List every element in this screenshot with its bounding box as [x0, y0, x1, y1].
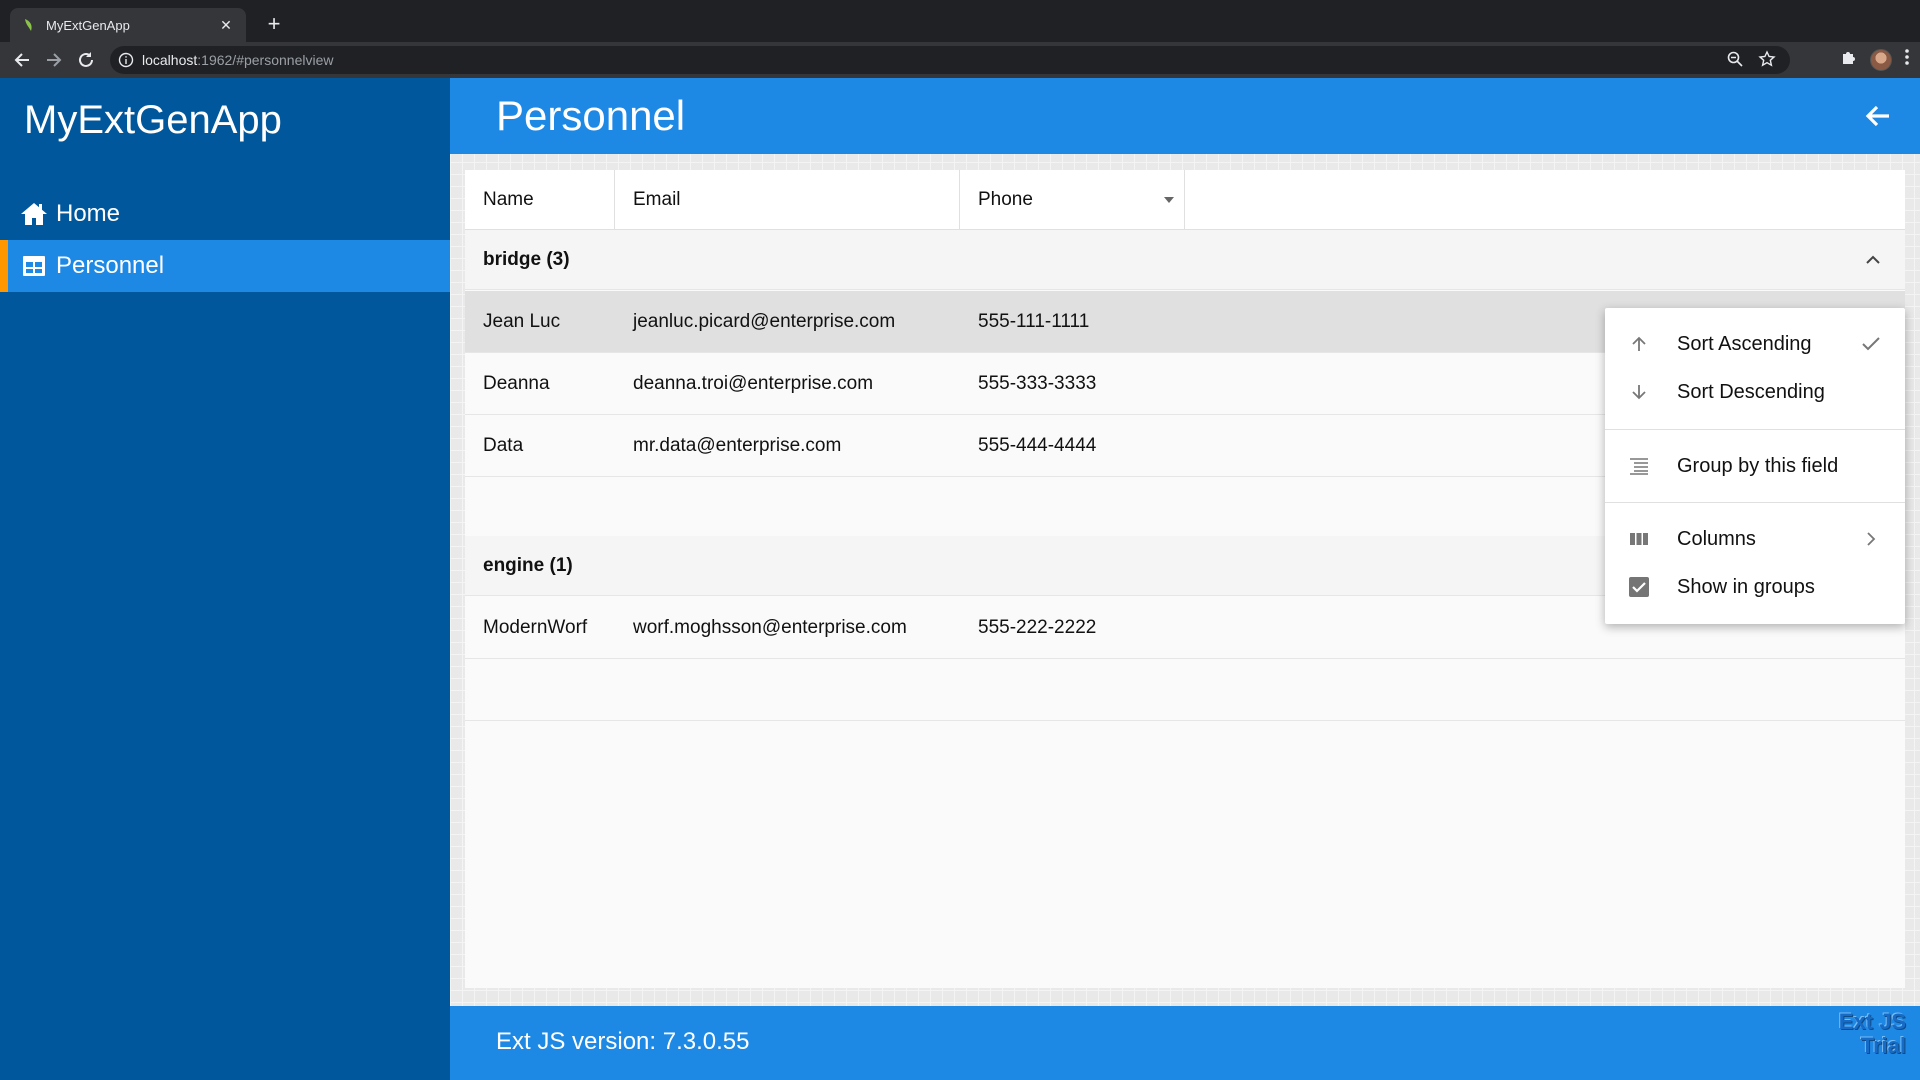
grid-header: Name Email Phone [465, 170, 1905, 230]
caret-down-icon [1163, 197, 1174, 203]
sidebar-item-home[interactable]: Home [0, 188, 450, 240]
main-panel: Personnel Name Email Phone bridge (3) Je… [450, 78, 1920, 1080]
menu-label: Columns [1677, 527, 1756, 550]
menu-item-show-in-groups[interactable]: Show in groups [1605, 563, 1905, 611]
menu-item-sort-descending[interactable]: Sort Descending [1605, 368, 1905, 416]
reload-icon[interactable] [74, 48, 98, 72]
chevron-right-icon [1861, 529, 1881, 549]
menu-separator [1605, 502, 1905, 503]
cell-name: Deanna [483, 372, 550, 394]
group-footer-spacer [465, 659, 1905, 721]
version-label: Ext JS version: 7.3.0.55 [496, 1028, 750, 1055]
cell-name: ModernWorf [483, 616, 588, 638]
group-label: bridge (3) [483, 248, 570, 270]
browser-tab[interactable]: MyExtGenApp ✕ [10, 8, 246, 42]
tab-close-icon[interactable]: ✕ [218, 17, 234, 34]
sencha-favicon-icon [22, 18, 36, 32]
sidebar-item-label: Home [56, 200, 121, 227]
column-menu: Sort Ascending Sort Descending Group by … [1605, 308, 1905, 624]
browser-menu-icon[interactable] [1904, 48, 1910, 71]
footer-bar: Ext JS version: 7.3.0.55 Ext JS Trial [450, 1006, 1920, 1080]
group-label: engine (1) [483, 554, 573, 576]
group-lines-icon [1629, 456, 1649, 476]
trial-line-1: Ext JS [1838, 1009, 1906, 1034]
app-title: MyExtGenApp [24, 98, 282, 142]
zoom-icon[interactable] [1726, 50, 1744, 73]
cell-phone: 555-333-3333 [978, 372, 1097, 394]
cell-phone: 555-444-4444 [978, 434, 1097, 456]
forward-arrow-icon[interactable] [42, 48, 66, 72]
grid-icon [20, 252, 48, 280]
app-viewport: MyExtGenApp Home Personnel Personnel Nam… [0, 78, 1920, 1080]
group-header-bridge[interactable]: bridge (3) [465, 230, 1905, 290]
address-bar[interactable]: localhost:1962/#personnelview [110, 46, 1790, 74]
column-menu-trigger[interactable] [1153, 170, 1185, 230]
menu-separator [1605, 429, 1905, 430]
checkbox-checked-icon[interactable] [1629, 577, 1649, 597]
home-icon [20, 200, 48, 228]
menu-label: Sort Descending [1677, 380, 1825, 403]
sidebar-item-label: Personnel [56, 252, 165, 279]
arrow-down-icon [1629, 382, 1649, 402]
page-title: Personnel [496, 92, 686, 139]
menu-label: Group by this field [1677, 454, 1839, 477]
ext-js-trial-watermark: Ext JS Trial [1839, 1010, 1906, 1058]
arrow-up-icon [1629, 334, 1649, 354]
trial-line-2: Trial [1860, 1033, 1906, 1058]
checkmark-icon [1861, 334, 1881, 354]
column-header-name[interactable]: Name [465, 170, 615, 230]
sidebar-item-personnel[interactable]: Personnel [0, 240, 450, 292]
cell-email: deanna.troi@enterprise.com [633, 372, 874, 394]
browser-tabstrip: MyExtGenApp ✕ + [0, 0, 1920, 42]
site-info-icon[interactable] [118, 52, 134, 68]
title-bar: Personnel [450, 78, 1920, 154]
profile-avatar[interactable] [1870, 48, 1892, 71]
cell-phone: 555-111-1111 [978, 310, 1090, 332]
menu-label: Sort Ascending [1677, 332, 1812, 355]
collapse-chevron-icon[interactable] [1863, 250, 1883, 270]
column-header-email[interactable]: Email [615, 170, 960, 230]
cell-email: worf.moghsson@enterprise.com [633, 616, 907, 638]
url-host: localhost [142, 52, 198, 68]
back-arrow-icon[interactable] [10, 48, 34, 72]
bookmark-star-icon[interactable] [1758, 50, 1776, 73]
back-arrow-button[interactable] [1862, 100, 1894, 132]
cell-email: mr.data@enterprise.com [633, 434, 842, 456]
column-header-phone[interactable]: Phone [960, 170, 1153, 230]
browser-toolbar: localhost:1962/#personnelview [0, 42, 1920, 78]
menu-item-group-by-field[interactable]: Group by this field [1605, 442, 1905, 490]
menu-item-sort-ascending[interactable]: Sort Ascending [1605, 320, 1905, 368]
columns-icon [1629, 529, 1649, 549]
cell-phone: 555-222-2222 [978, 616, 1097, 638]
url-path: :1962/#personnelview [197, 52, 334, 68]
menu-item-columns[interactable]: Columns [1605, 515, 1905, 563]
cell-name: Jean Luc [483, 310, 561, 332]
sidebar: MyExtGenApp Home Personnel [0, 78, 450, 1080]
cell-name: Data [483, 434, 524, 456]
menu-label: Show in groups [1677, 575, 1815, 598]
cell-email: jeanluc.picard@enterprise.com [633, 310, 896, 332]
extensions-puzzle-icon[interactable] [1840, 48, 1858, 71]
tab-title: MyExtGenApp [46, 17, 130, 33]
new-tab-button[interactable]: + [262, 12, 286, 36]
